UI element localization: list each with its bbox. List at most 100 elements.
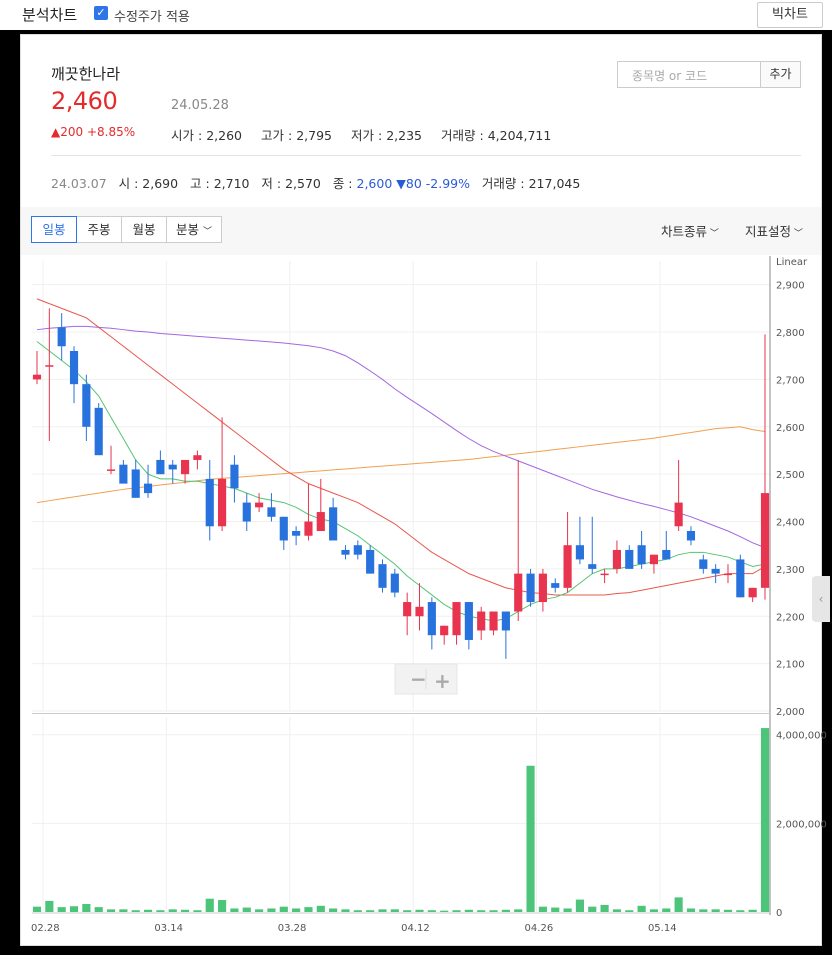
volume-bar <box>723 909 733 912</box>
candle-body <box>329 507 338 541</box>
volume-bar <box>649 909 659 912</box>
volume-bar <box>526 765 535 912</box>
price-tick-label: 2,900 <box>776 281 805 292</box>
volume-bar <box>45 900 54 912</box>
candle-body <box>180 459 190 475</box>
candle-body <box>748 587 757 598</box>
volume-bar <box>218 900 227 912</box>
candle-body <box>686 531 696 541</box>
volume-tick-label: 0 <box>776 908 782 919</box>
price-tick-label: 2,100 <box>776 660 805 671</box>
candle-body <box>378 564 387 588</box>
volume-bar <box>514 909 523 912</box>
candle-body <box>711 568 720 574</box>
time-tick-label: 04.12 <box>401 923 430 934</box>
volume-bar <box>366 910 375 912</box>
volume-bar <box>82 904 91 912</box>
candle-body <box>193 455 202 460</box>
candle-body <box>514 573 523 612</box>
volume-bar <box>316 905 325 912</box>
candle-body <box>45 365 54 367</box>
price-plot-area <box>32 261 770 711</box>
volume-bar <box>748 909 757 912</box>
candle-body <box>452 602 461 636</box>
candle-body <box>538 573 547 603</box>
volume-bar <box>292 908 301 912</box>
candle-body <box>760 493 770 588</box>
tab-daily[interactable]: 일봉 <box>31 216 77 243</box>
candle-body <box>316 512 325 531</box>
candle-body <box>279 516 288 541</box>
candle-body <box>304 521 313 536</box>
volume-bar <box>341 909 350 912</box>
side-panel-toggle[interactable]: ‹ <box>812 576 830 622</box>
zoom-in-button[interactable]: + <box>434 669 451 693</box>
candle-body <box>403 602 412 617</box>
price-tick-label: 2,500 <box>776 470 805 481</box>
candle-body <box>94 407 103 456</box>
volume-bar <box>501 909 510 912</box>
candle-body <box>588 564 597 569</box>
candle-body <box>218 478 227 527</box>
volume-bar <box>711 909 720 912</box>
volume-bar <box>637 905 646 912</box>
candle-body <box>205 478 214 527</box>
volume-bar <box>168 909 177 912</box>
volume-bar <box>94 907 103 912</box>
candle-body <box>551 583 560 588</box>
candle-body <box>366 549 375 574</box>
volume-bar <box>205 898 214 912</box>
volume-bar <box>427 910 436 912</box>
price-tick-label: 2,600 <box>776 423 805 434</box>
time-tick-label: 05.14 <box>648 923 677 934</box>
volume-bar <box>180 909 190 912</box>
candle-body <box>168 464 177 470</box>
candle-body <box>477 611 486 631</box>
volume-bar <box>156 910 165 912</box>
candlestick-chart[interactable]: 2,000 2,100 2,200 2,300 2,400 2,500 2,600 2,700… <box>0 0 832 955</box>
candle-body <box>625 549 634 569</box>
volume-bar <box>699 909 708 912</box>
candle-body <box>723 573 733 576</box>
candle-body <box>649 554 659 565</box>
candle-body <box>255 502 264 508</box>
volume-bar <box>415 909 424 912</box>
candle-body <box>662 549 671 560</box>
volume-bar <box>538 906 547 912</box>
volume-bar <box>588 906 597 912</box>
volume-bar <box>625 910 634 912</box>
candle-body <box>440 625 449 636</box>
volume-bar <box>230 908 239 912</box>
volume-bar <box>563 908 572 912</box>
volume-bar <box>32 906 42 912</box>
time-tick-label: 04.26 <box>525 923 554 934</box>
chevron-left-icon: ‹ <box>818 592 824 606</box>
volume-bar <box>255 909 264 912</box>
candle <box>378 559 387 593</box>
candle-body <box>292 531 301 536</box>
volume-bar <box>464 909 473 912</box>
volume-bar <box>575 899 584 912</box>
candle-body <box>489 611 498 631</box>
volume-bar <box>489 910 498 912</box>
candle-body <box>427 602 436 636</box>
volume-bar <box>452 910 461 912</box>
price-tick-label: 2,800 <box>776 328 805 339</box>
candle-body <box>32 374 42 380</box>
volume-bar <box>600 904 609 912</box>
candle-body <box>353 545 362 555</box>
price-tick-label: 2,400 <box>776 518 805 529</box>
candle <box>736 554 745 598</box>
volume-bar <box>279 906 288 912</box>
volume-bar <box>119 909 128 912</box>
candle-body <box>82 384 91 427</box>
volume-bar <box>736 910 745 912</box>
time-tick-label: 03.28 <box>278 923 307 934</box>
candle-body <box>575 545 584 560</box>
volume-tick-label: 2,000,000 <box>776 819 827 830</box>
volume-bar <box>662 908 671 912</box>
volume-bar <box>106 909 116 912</box>
zoom-control: − + <box>394 663 458 695</box>
zoom-out-button[interactable]: − <box>410 667 427 691</box>
candle-body <box>57 327 66 347</box>
